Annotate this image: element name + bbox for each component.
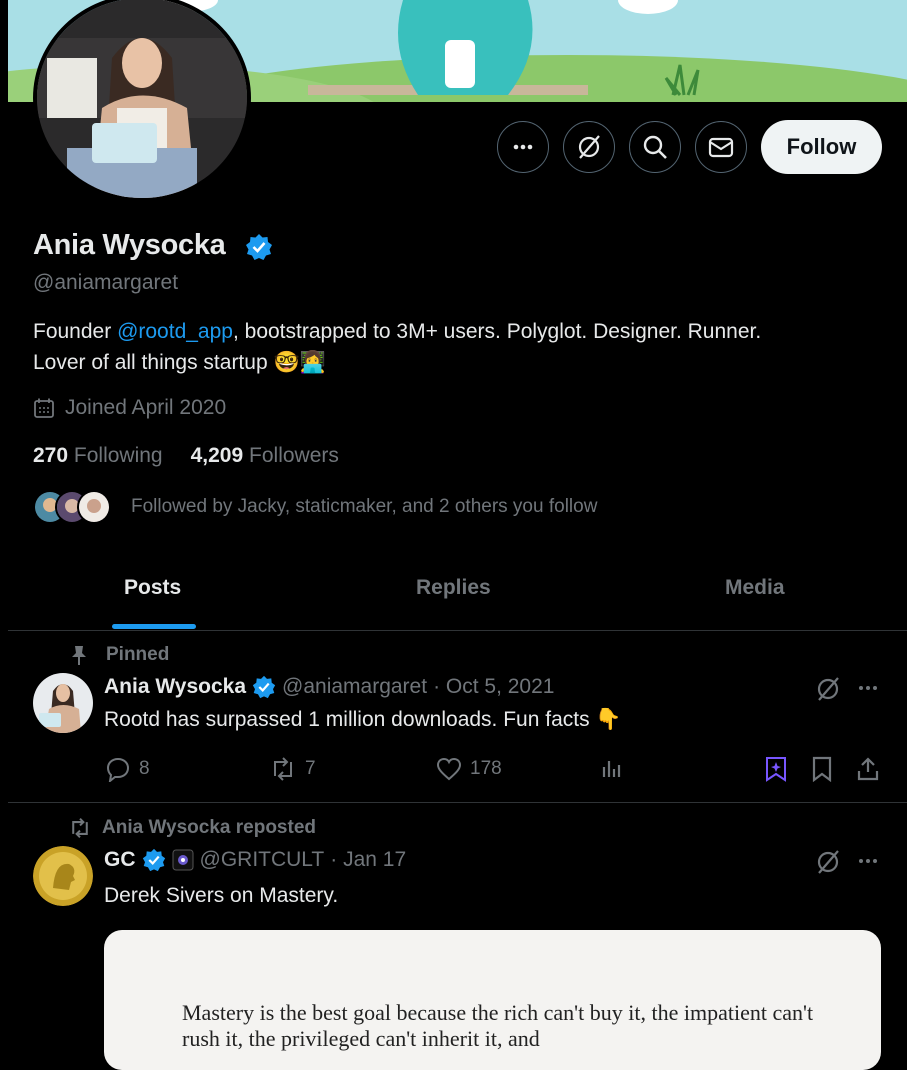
- repost-button[interactable]: 7: [269, 756, 316, 782]
- message-button[interactable]: [695, 121, 747, 173]
- tab-posts[interactable]: Posts: [124, 576, 181, 600]
- tab-media[interactable]: Media: [725, 576, 785, 600]
- tweet-text: Rootd has surpassed 1 million downloads.…: [104, 708, 622, 731]
- window-edge: [0, 0, 8, 1038]
- tweet-header: GC @GRITCULT · Jan 17: [104, 848, 406, 872]
- more-button[interactable]: [497, 121, 549, 173]
- display-name: Ania Wysocka: [33, 229, 226, 261]
- reply-icon: [105, 756, 131, 782]
- followers-count: 4,209: [190, 444, 244, 467]
- avatar[interactable]: [33, 846, 93, 906]
- following-count: 270: [33, 444, 69, 467]
- affiliate-badge-icon[interactable]: [172, 849, 194, 871]
- like-button[interactable]: 178: [436, 756, 502, 782]
- tab-replies[interactable]: Replies: [416, 576, 491, 600]
- search-button[interactable]: [629, 121, 681, 173]
- tweet-date[interactable]: · Jan 17: [330, 848, 406, 872]
- grok-button[interactable]: [563, 121, 615, 173]
- bio-mention-link[interactable]: @rootd_app: [117, 320, 233, 343]
- followed-by[interactable]: Followed by Jacky, staticmaker, and 2 ot…: [33, 490, 597, 524]
- tweet-date[interactable]: · Oct 5, 2021: [433, 675, 554, 699]
- reply-count: 8: [139, 758, 150, 779]
- following-link[interactable]: 270 Following: [33, 444, 163, 468]
- pin-icon: [68, 644, 90, 666]
- like-icon: [436, 756, 462, 782]
- followed-by-text: Followed by Jacky, staticmaker, and 2 ot…: [131, 496, 598, 517]
- avatar[interactable]: [33, 673, 93, 733]
- message-icon: [708, 134, 734, 160]
- avatar: [77, 490, 111, 524]
- repost-context-text[interactable]: Ania Wysocka reposted: [102, 817, 316, 839]
- bio-line-2: Lover of all things startup 🤓👩‍💻: [33, 351, 326, 374]
- grok-icon: [576, 134, 602, 160]
- share-icon[interactable]: [856, 756, 880, 782]
- more-icon[interactable]: [856, 849, 880, 873]
- like-count: 178: [470, 758, 502, 779]
- verified-icon[interactable]: [142, 848, 166, 872]
- tab-indicator: [112, 624, 196, 629]
- followers-link[interactable]: 4,209 Followers: [191, 444, 339, 468]
- tweet-media-image[interactable]: Mastery is the best goal because the ric…: [104, 930, 881, 1070]
- tweet-author-name[interactable]: GC: [104, 848, 136, 872]
- tweet-author-name[interactable]: Ania Wysocka: [104, 675, 246, 699]
- grok-icon[interactable]: [815, 849, 841, 875]
- repost-icon: [68, 817, 92, 839]
- more-icon[interactable]: [856, 676, 880, 700]
- tweet-author-handle[interactable]: @aniamargaret: [282, 675, 427, 699]
- bookmark-icon[interactable]: [810, 756, 834, 782]
- repost-count: 7: [305, 758, 316, 779]
- repost-icon: [269, 756, 297, 782]
- reply-button[interactable]: 8: [105, 756, 150, 782]
- divider: [8, 802, 907, 803]
- calendar-icon: [33, 397, 55, 419]
- following-label: Following: [73, 444, 163, 467]
- pinned-text: Pinned: [106, 644, 170, 665]
- pinned-label: Pinned: [68, 644, 169, 666]
- verified-icon[interactable]: [245, 233, 273, 261]
- more-icon: [510, 134, 536, 160]
- profile-handle: @aniamargaret: [33, 271, 179, 294]
- tweet-text: Derek Sivers on Mastery.: [104, 884, 339, 907]
- search-icon: [642, 134, 668, 160]
- tweet-header: Ania Wysocka @aniamargaret · Oct 5, 2021: [104, 675, 554, 699]
- profile-bio: Founder @rootd_app, bootstrapped to 3M+ …: [33, 316, 873, 378]
- followers-label: Followers: [249, 444, 339, 467]
- grok-bookmark-icon[interactable]: [764, 756, 788, 782]
- bio-text: Founder: [33, 320, 118, 343]
- tweet-author-handle[interactable]: @GRITCULT: [200, 848, 325, 872]
- bio-text-cont: , bootstrapped to 3M+ users. Polyglot. D…: [232, 320, 762, 343]
- quote-image-text: Mastery is the best goal because the ric…: [182, 1000, 814, 1051]
- views-icon[interactable]: [600, 757, 624, 781]
- verified-icon[interactable]: [252, 675, 276, 699]
- follow-button[interactable]: Follow: [761, 120, 882, 174]
- joined-text: Joined April 2020: [65, 396, 227, 419]
- follow-stats: 270 Following 4,209 Followers: [33, 444, 339, 468]
- profile-avatar[interactable]: [33, 0, 251, 202]
- joined-date: Joined April 2020: [33, 396, 226, 420]
- repost-context: Ania Wysocka reposted: [68, 817, 316, 839]
- grok-icon[interactable]: [815, 676, 841, 702]
- divider: [8, 630, 907, 631]
